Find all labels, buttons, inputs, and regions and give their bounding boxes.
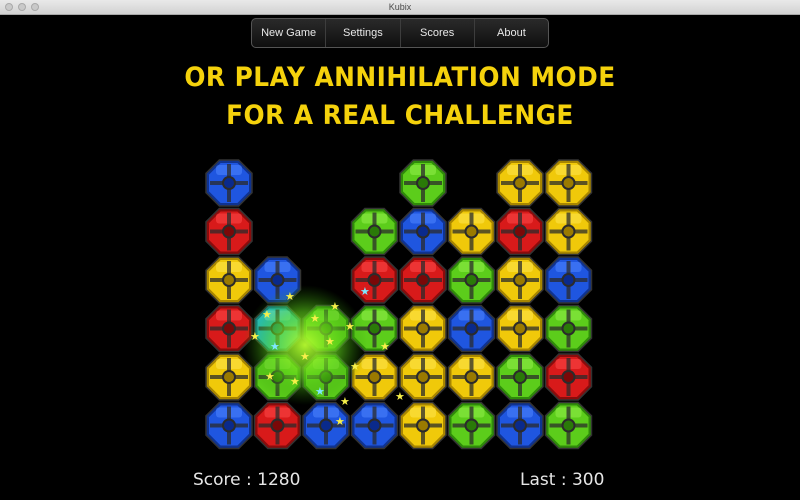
sparkle-star-icon: ★ bbox=[330, 300, 340, 313]
tile-blue[interactable] bbox=[544, 256, 593, 304]
sparkle-star-icon: ★ bbox=[325, 335, 335, 348]
tile-blue[interactable] bbox=[399, 207, 447, 256]
last-score-display: Last : 300 bbox=[520, 470, 605, 490]
tile-blue[interactable] bbox=[496, 401, 544, 450]
tile-blue[interactable] bbox=[205, 401, 253, 450]
tile-yellow[interactable] bbox=[399, 401, 447, 450]
sparkle-star-icon: ★ bbox=[265, 370, 275, 383]
tile-yellow[interactable] bbox=[447, 353, 496, 401]
tile-blue[interactable] bbox=[205, 159, 253, 207]
explosion-effect bbox=[243, 285, 367, 405]
sparkle-star-icon: ★ bbox=[335, 415, 345, 428]
tile-yellow[interactable] bbox=[496, 159, 544, 207]
sparkle-star-icon: ★ bbox=[340, 395, 350, 408]
tile-red[interactable] bbox=[205, 207, 253, 256]
sparkle-star-icon: ★ bbox=[310, 312, 320, 325]
sparkle-star-icon: ★ bbox=[350, 360, 360, 373]
tile-red[interactable] bbox=[544, 353, 593, 401]
tile-green[interactable] bbox=[399, 159, 447, 207]
sparkle-star-icon: ★ bbox=[262, 308, 272, 321]
sparkle-star-icon: ★ bbox=[250, 330, 260, 343]
tile-yellow[interactable] bbox=[205, 256, 253, 304]
sparkle-star-icon: ★ bbox=[360, 285, 370, 298]
tile-green[interactable] bbox=[447, 401, 496, 450]
score-display: Score : 1280 bbox=[193, 470, 301, 490]
tile-yellow[interactable] bbox=[399, 353, 447, 401]
sparkle-star-icon: ★ bbox=[380, 340, 390, 353]
tile-yellow[interactable] bbox=[496, 256, 544, 304]
tile-yellow[interactable] bbox=[496, 304, 544, 353]
tile-green[interactable] bbox=[447, 256, 496, 304]
tile-yellow[interactable] bbox=[447, 207, 496, 256]
tile-yellow[interactable] bbox=[544, 207, 593, 256]
tile-green[interactable] bbox=[544, 304, 593, 353]
tile-red[interactable] bbox=[496, 207, 544, 256]
tile-yellow[interactable] bbox=[399, 304, 447, 353]
tile-red[interactable] bbox=[350, 256, 399, 304]
tile-blue[interactable] bbox=[447, 304, 496, 353]
sparkle-star-icon: ★ bbox=[300, 350, 310, 363]
game-board[interactable]: ★★★★★★★★★★★★★★★★★★ bbox=[0, 0, 800, 500]
sparkle-star-icon: ★ bbox=[270, 340, 280, 353]
sparkle-star-icon: ★ bbox=[290, 375, 300, 388]
tile-red[interactable] bbox=[399, 256, 447, 304]
tile-yellow[interactable] bbox=[544, 159, 593, 207]
sparkle-star-icon: ★ bbox=[345, 320, 355, 333]
tile-red[interactable] bbox=[253, 401, 302, 450]
tile-yellow[interactable] bbox=[205, 353, 253, 401]
tile-green[interactable] bbox=[350, 207, 399, 256]
tile-blue[interactable] bbox=[350, 401, 399, 450]
sparkle-star-icon: ★ bbox=[315, 385, 325, 398]
sparkle-star-icon: ★ bbox=[285, 290, 295, 303]
tile-green[interactable] bbox=[544, 401, 593, 450]
tile-green[interactable] bbox=[496, 353, 544, 401]
sparkle-star-icon: ★ bbox=[395, 390, 405, 403]
